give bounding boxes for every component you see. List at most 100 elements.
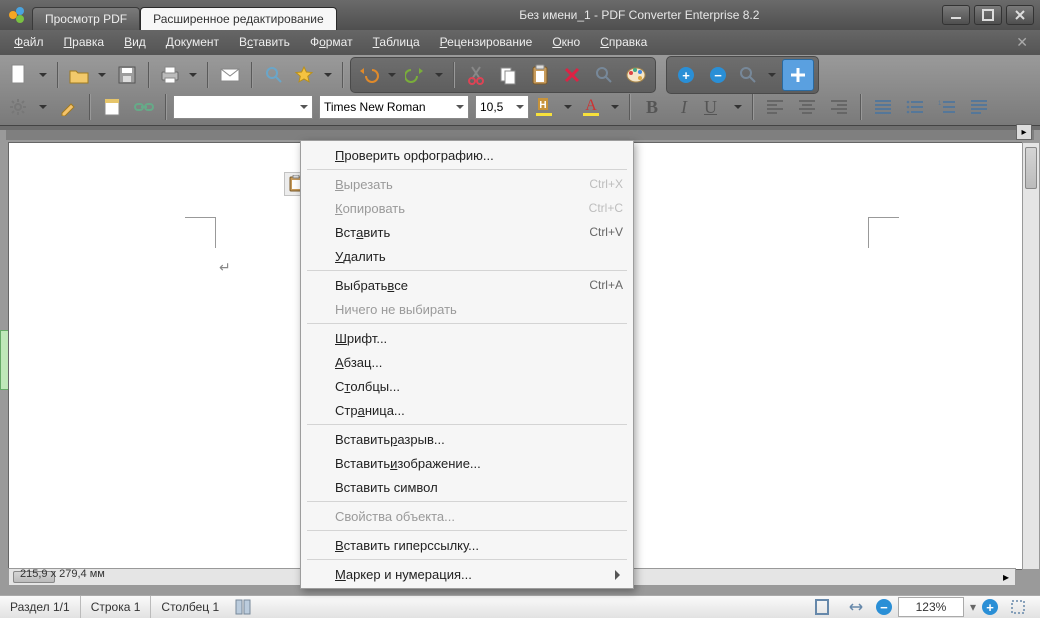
status-section[interactable]: Раздел 1/1 xyxy=(0,596,81,618)
align-left-button[interactable] xyxy=(760,92,790,122)
context-menu-item[interactable]: Шрифт... xyxy=(301,326,633,350)
paragraph-mark-icon: ↵ xyxy=(219,259,231,276)
font-size-combo[interactable]: 10,5 xyxy=(475,95,529,119)
zoom-level-field[interactable]: 123% xyxy=(898,597,964,617)
link-tool-button[interactable] xyxy=(129,92,159,122)
titlebar: Просмотр PDF Расширенное редактирование … xyxy=(0,0,1040,30)
tabstrip-arrow-icon[interactable]: ▸ xyxy=(1016,124,1032,140)
context-menu-item[interactable]: Проверить орфографию... xyxy=(301,143,633,167)
fullscreen-button[interactable] xyxy=(782,59,814,91)
open-button[interactable] xyxy=(65,60,110,90)
statusbar: Раздел 1/1 Строка 1 Столбец 1 − 123% ▾ + xyxy=(0,595,1040,618)
font-combo[interactable]: Times New Roman xyxy=(319,95,469,119)
tab-view-pdf[interactable]: Просмотр PDF xyxy=(32,7,140,30)
menu-document[interactable]: Документ xyxy=(158,33,227,51)
window-title: Без имени_1 - PDF Converter Enterprise 8… xyxy=(337,8,942,22)
settings-button[interactable] xyxy=(6,92,51,122)
save-button[interactable] xyxy=(112,60,142,90)
close-button[interactable] xyxy=(1006,5,1034,25)
mail-button[interactable] xyxy=(215,60,245,90)
italic-button[interactable]: I xyxy=(669,92,699,122)
highlight-button[interactable]: H xyxy=(531,92,576,122)
context-menu-item[interactable]: Выбрать всеCtrl+A xyxy=(301,273,633,297)
menu-view[interactable]: Вид xyxy=(116,33,154,51)
menu-review[interactable]: Рецензирование xyxy=(432,33,541,51)
menu-help[interactable]: Справка xyxy=(592,33,655,51)
menu-file[interactable]: Файл xyxy=(6,33,52,51)
page-dimensions: 215,9 x 279,4 мм xyxy=(20,568,105,580)
zoom-tool-button[interactable] xyxy=(589,60,619,90)
zoom-controls: − 123% ▾ + xyxy=(808,597,1040,617)
minimize-button[interactable] xyxy=(942,5,970,25)
zoom-fit-button[interactable] xyxy=(735,60,780,90)
redo-button[interactable] xyxy=(402,60,447,90)
context-menu-item[interactable]: ВставитьCtrl+V xyxy=(301,220,633,244)
align-right-button[interactable] xyxy=(824,92,854,122)
font-color-button[interactable]: A xyxy=(578,92,623,122)
favorite-button[interactable] xyxy=(291,60,336,90)
undo-button[interactable] xyxy=(355,60,400,90)
doc-tabstrip: ▸ xyxy=(6,130,1034,140)
edit-group xyxy=(350,57,656,93)
header-tool-button[interactable] xyxy=(97,92,127,122)
toolbar-row-2: Times New Roman 10,5 H A B I U 1 xyxy=(6,92,1034,122)
zoom-dropdown-icon[interactable]: ▾ xyxy=(970,600,976,614)
underline-button[interactable]: U xyxy=(701,92,746,122)
print-button[interactable] xyxy=(156,60,201,90)
zoom-in-status-button[interactable]: + xyxy=(982,599,998,615)
delete-button[interactable] xyxy=(557,60,587,90)
indent-inc-button[interactable] xyxy=(964,92,994,122)
vertical-scrollbar[interactable] xyxy=(1022,142,1040,570)
svg-text:A: A xyxy=(585,97,597,114)
context-menu-item[interactable]: Столбцы... xyxy=(301,374,633,398)
menu-table[interactable]: Таблица xyxy=(365,33,428,51)
find-button[interactable] xyxy=(259,60,289,90)
zoom-out-button[interactable]: − xyxy=(703,60,733,90)
context-menu-item[interactable]: Удалить xyxy=(301,244,633,268)
zoom-in-button[interactable]: + xyxy=(671,60,701,90)
edit-tool-button[interactable] xyxy=(53,92,83,122)
fit-width-icon[interactable] xyxy=(846,597,866,617)
status-row[interactable]: Строка 1 xyxy=(81,596,152,618)
color-picker-button[interactable] xyxy=(621,60,651,90)
fullscreen-status-icon[interactable] xyxy=(1008,597,1028,617)
menu-insert[interactable]: Вставить xyxy=(231,33,298,51)
list-bullets-button[interactable] xyxy=(868,92,898,122)
context-menu-item[interactable]: Вставить гиперссылку... xyxy=(301,533,633,557)
context-menu-item[interactable]: Вставить разрыв... xyxy=(301,427,633,451)
context-menu-item[interactable]: Страница... xyxy=(301,398,633,422)
copy-button[interactable] xyxy=(493,60,523,90)
status-layout-icon[interactable] xyxy=(233,597,253,617)
fit-page-icon[interactable] xyxy=(812,597,832,617)
menubar: Файл Правка Вид Документ Вставить Формат… xyxy=(0,30,1040,54)
menu-edit[interactable]: Правка xyxy=(56,33,113,51)
context-menu-item: ВырезатьCtrl+X xyxy=(301,172,633,196)
context-menu: Проверить орфографию... ВырезатьCtrl+XКоп… xyxy=(300,140,634,589)
maximize-button[interactable] xyxy=(974,5,1002,25)
cut-button[interactable] xyxy=(461,60,491,90)
align-center-button[interactable] xyxy=(792,92,822,122)
doc-close-icon[interactable]: ✕ xyxy=(1010,34,1034,51)
context-menu-item[interactable]: Абзац... xyxy=(301,350,633,374)
context-menu-item[interactable]: Маркер и нумерация... xyxy=(301,562,633,586)
list-numbers-button[interactable] xyxy=(900,92,930,122)
zoom-out-status-button[interactable]: − xyxy=(876,599,892,615)
app-logo-icon xyxy=(8,6,26,24)
indent-dec-button[interactable]: 1 xyxy=(932,92,962,122)
menu-window[interactable]: Окно xyxy=(544,33,588,51)
app-window: { "titlebar": { "tab_inactive": "Просмот… xyxy=(0,0,1040,618)
bold-button[interactable]: B xyxy=(637,92,667,122)
context-menu-item[interactable]: Вставить символ xyxy=(301,475,633,499)
toolbar-row-1: + − xyxy=(6,58,1034,92)
context-menu-item: КопироватьCtrl+C xyxy=(301,196,633,220)
paste-button[interactable] xyxy=(525,60,555,90)
new-doc-button[interactable] xyxy=(6,60,51,90)
menu-format[interactable]: Формат xyxy=(302,33,361,51)
margin-corner-tl xyxy=(185,217,216,248)
style-combo[interactable] xyxy=(173,95,313,119)
status-col[interactable]: Столбец 1 xyxy=(151,596,229,618)
context-menu-item[interactable]: Вставить изображение... xyxy=(301,451,633,475)
window-controls xyxy=(942,5,1034,25)
tab-advanced-edit[interactable]: Расширенное редактирование xyxy=(140,7,337,30)
svg-text:1: 1 xyxy=(938,101,942,107)
